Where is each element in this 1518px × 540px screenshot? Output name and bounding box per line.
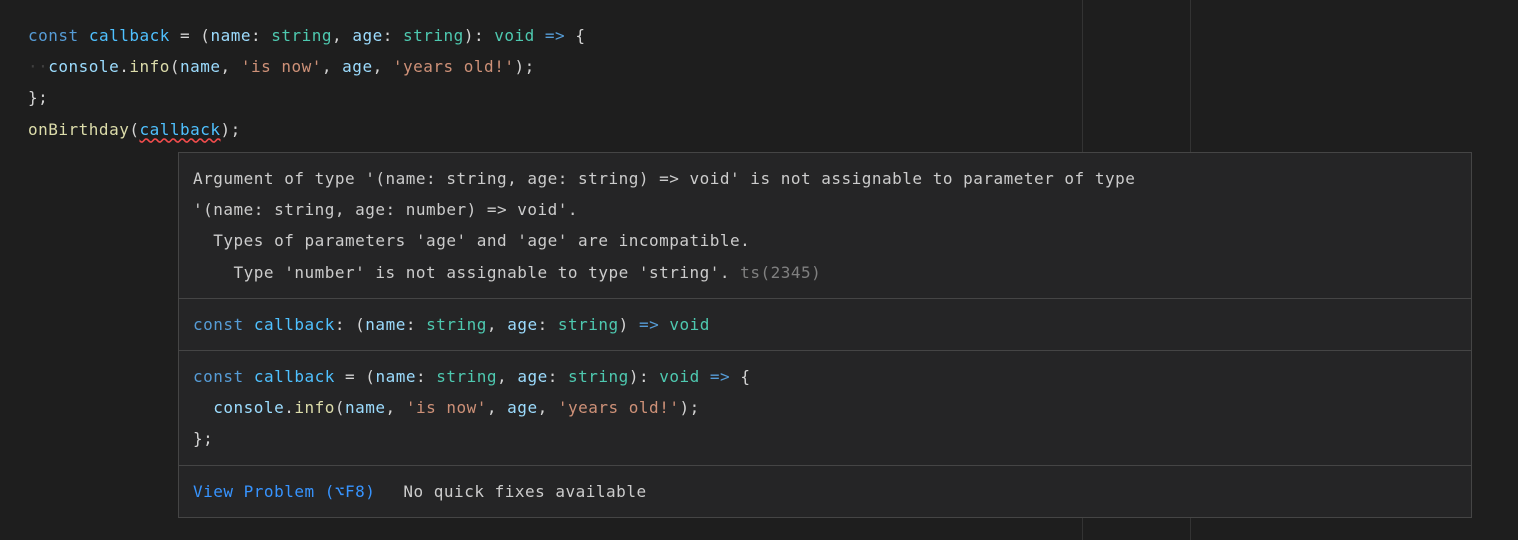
keyword-const: const [28,26,79,45]
code-line[interactable]: ··console.info(name, 'is now', age, 'yea… [28,51,1518,82]
variable-callback: callback [89,26,170,45]
error-line: '(name: string, age: number) => void'. [193,194,1457,225]
error-line: Type 'number' is not assignable to type … [193,257,1457,288]
no-quick-fixes-label: No quick fixes available [403,476,646,507]
definition-section: const callback = (name: string, age: str… [179,351,1471,466]
code-line[interactable]: const callback = (name: string, age: str… [28,20,1518,51]
code-line[interactable]: }; [28,82,1518,113]
error-message-section: Argument of type '(name: string, age: st… [179,153,1471,299]
view-problem-link[interactable]: View Problem (⌥F8) [193,476,375,507]
hover-footer: View Problem (⌥F8) No quick fixes availa… [179,466,1471,517]
code-line[interactable]: onBirthday(callback); [28,114,1518,145]
error-code: ts(2345) [730,263,821,282]
error-line: Argument of type '(name: string, age: st… [193,163,1457,194]
signature-section: const callback: (name: string, age: stri… [179,299,1471,351]
error-token-callback[interactable]: callback [139,120,220,139]
error-line: Types of parameters 'age' and 'age' are … [193,225,1457,256]
code-editor[interactable]: const callback = (name: string, age: str… [0,0,1518,145]
hover-tooltip: Argument of type '(name: string, age: st… [178,152,1472,518]
